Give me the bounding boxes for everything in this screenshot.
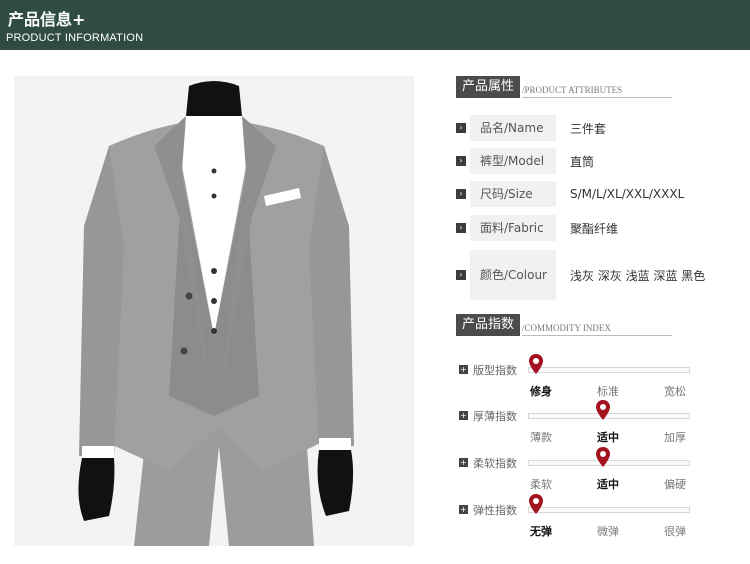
map-pin-icon	[596, 400, 610, 420]
product-photo	[14, 76, 414, 546]
attributes-subtitle: /PRODUCT ATTRIBUTES	[522, 85, 673, 98]
index-stop-label: 标准	[597, 385, 619, 398]
attribute-label: 面料/Fabric	[470, 215, 556, 241]
index-subtitle: /COMMODITY INDEX	[522, 323, 673, 336]
index-track	[528, 367, 690, 373]
suit-illustration	[14, 76, 414, 546]
index-track	[528, 507, 690, 513]
attribute-row-name: › 品名/Name 三件套	[456, 115, 606, 141]
index-stop-label: 宽松	[664, 385, 686, 398]
chevron-right-icon: ›	[456, 189, 466, 199]
attribute-value: S/M/L/XL/XXL/XXXL	[570, 187, 685, 201]
attribute-value: 三件套	[570, 121, 607, 136]
chevron-right-icon: ›	[456, 123, 466, 133]
index-stop-label: 适中	[597, 478, 619, 491]
index-stop-label: 很弹	[664, 525, 686, 538]
index-stop-label: 适中	[597, 431, 619, 444]
index-stop-label: 微弹	[597, 525, 619, 538]
attributes-title: 产品属性	[456, 76, 521, 98]
index-stop-label: 偏硬	[664, 478, 686, 491]
plus-icon: +	[459, 505, 468, 514]
index-label: 版型指数	[473, 364, 517, 377]
index-stop-label: 薄款	[530, 431, 552, 444]
chevron-right-icon: ›	[456, 223, 466, 233]
map-pin-icon	[596, 447, 610, 467]
chevron-right-icon: ›	[456, 270, 466, 280]
index-row: + 版型指数 修身 标准 宽松	[456, 354, 696, 402]
index-label: 弹性指数	[473, 504, 517, 517]
attribute-row-colour: › 颜色/Colour 浅灰 深灰 浅蓝 深蓝 黑色	[456, 250, 705, 300]
index-section-header: 产品指数 /COMMODITY INDEX	[456, 314, 673, 336]
plus-icon: +	[459, 458, 468, 467]
header-banner: 产品信息+ PRODUCT INFORMATION	[0, 0, 750, 50]
index-stop-label: 修身	[530, 385, 552, 398]
attribute-label: 品名/Name	[470, 115, 556, 141]
index-row: + 柔软指数 柔软 适中 偏硬	[456, 447, 696, 495]
index-stop-label: 柔软	[530, 478, 552, 491]
map-pin-icon	[529, 354, 543, 374]
banner-subtitle: PRODUCT INFORMATION	[6, 32, 144, 44]
attribute-value: 直筒	[570, 154, 595, 169]
index-row: + 厚薄指数 薄款 适中 加厚	[456, 400, 696, 448]
plus-icon: +	[459, 411, 468, 420]
attribute-value: 聚酯纤维	[570, 221, 619, 236]
index-label: 厚薄指数	[473, 410, 517, 423]
attribute-value: 浅灰 深灰 浅蓝 深蓝 黑色	[570, 268, 706, 283]
attribute-label: 裤型/Model	[470, 148, 556, 174]
index-stop-label: 无弹	[530, 525, 552, 538]
attribute-row-size: › 尺码/Size S/M/L/XL/XXL/XXXL	[456, 181, 684, 207]
banner-title: 产品信息+	[8, 10, 86, 29]
plus-icon: +	[459, 365, 468, 374]
index-title: 产品指数	[456, 314, 521, 336]
map-pin-icon	[529, 494, 543, 514]
attribute-label: 颜色/Colour	[470, 250, 556, 300]
index-row: + 弹性指数 无弹 微弹 很弹	[456, 494, 696, 542]
attribute-row-model: › 裤型/Model 直筒	[456, 148, 594, 174]
index-stop-label: 加厚	[664, 431, 686, 444]
attribute-row-fabric: › 面料/Fabric 聚酯纤维	[456, 215, 618, 241]
attributes-section-header: 产品属性 /PRODUCT ATTRIBUTES	[456, 76, 673, 98]
index-label: 柔软指数	[473, 457, 517, 470]
chevron-right-icon: ›	[456, 156, 466, 166]
attribute-label: 尺码/Size	[470, 181, 556, 207]
